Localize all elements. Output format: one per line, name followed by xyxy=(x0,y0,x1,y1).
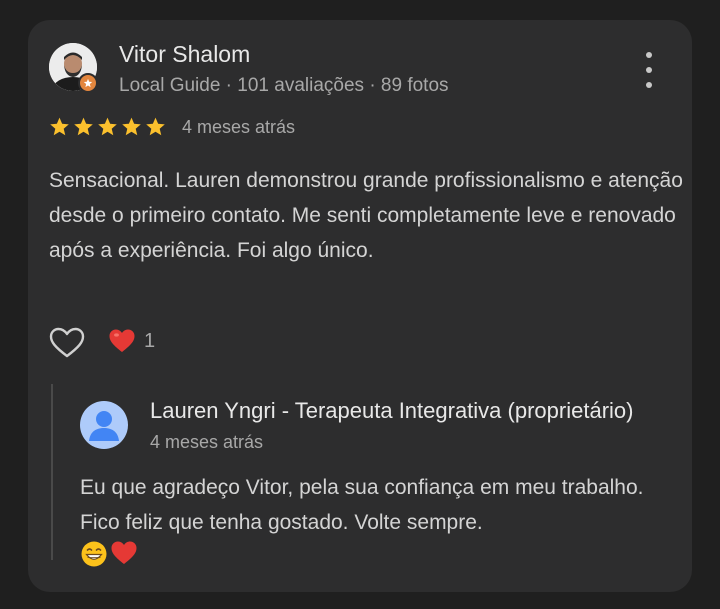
reply-time: 4 meses atrás xyxy=(150,432,264,452)
star-icon xyxy=(74,117,93,136)
reply-emojis xyxy=(80,540,138,568)
reply-divider xyxy=(51,384,53,560)
person-icon xyxy=(89,411,119,441)
reviewer-meta: Local Guide · 101 avaliações · 89 fotos xyxy=(119,75,449,96)
reaction-summary[interactable]: 1 xyxy=(108,328,155,354)
star-icon xyxy=(122,117,141,136)
reply-text: Eu que agradeço Vitor, pela sua confianç… xyxy=(80,476,644,534)
red-heart-icon xyxy=(111,541,137,564)
heart-outline-icon xyxy=(49,327,85,358)
reviewer-name[interactable]: Vitor Shalom xyxy=(119,41,250,68)
owner-avatar[interactable] xyxy=(80,401,128,449)
red-heart-icon xyxy=(109,329,135,352)
star-icon xyxy=(146,117,165,136)
more-options-button[interactable] xyxy=(637,52,661,88)
more-vert-icon xyxy=(646,52,652,58)
review-time: 4 meses atrás xyxy=(182,117,296,137)
review-card: Vitor Shalom Local Guide · 101 avaliaçõe… xyxy=(28,20,692,592)
owner-name[interactable]: Lauren Yngri - Terapeuta Integrativa (pr… xyxy=(150,398,633,424)
star-rating xyxy=(49,116,166,137)
review-text: Sensacional. Lauren demonstrou grande pr… xyxy=(49,169,683,262)
local-guide-star-icon xyxy=(78,73,98,93)
star-icon xyxy=(98,117,117,136)
reaction-count: 1 xyxy=(144,329,156,352)
like-button[interactable] xyxy=(49,327,85,359)
star-icon xyxy=(50,117,69,136)
grinning-face-icon xyxy=(81,541,107,567)
